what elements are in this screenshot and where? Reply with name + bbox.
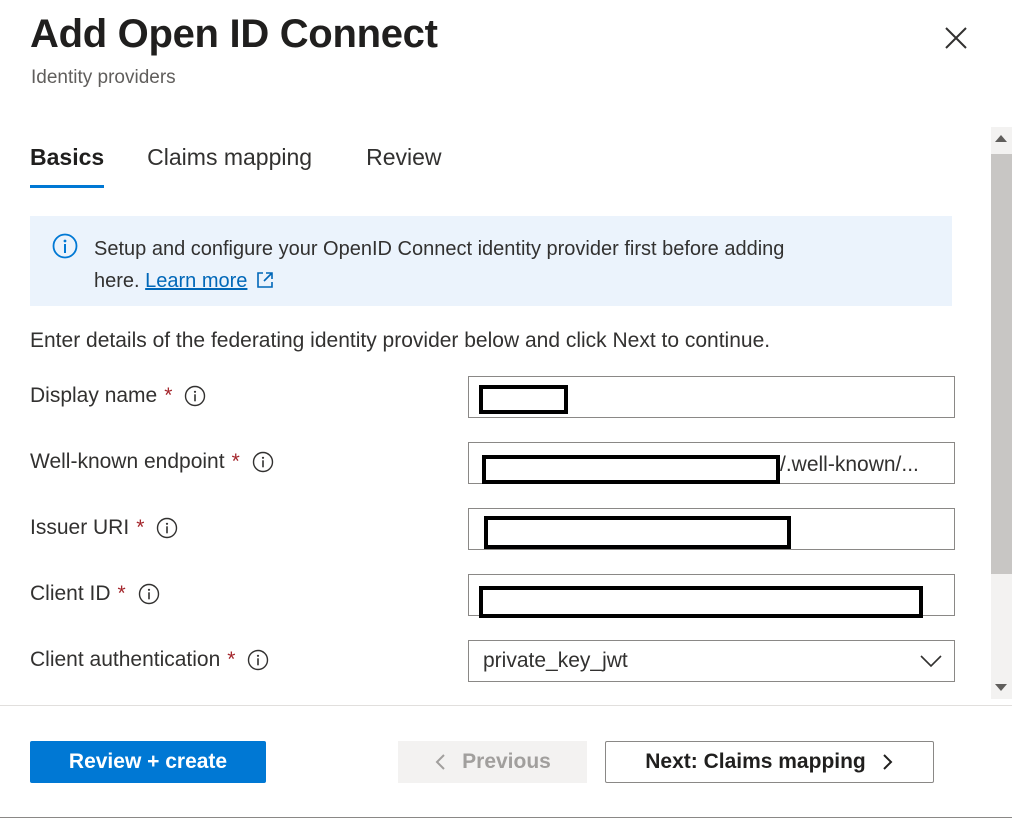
well-known-endpoint-suffix: /.well-known/... [780,453,919,476]
chevron-right-icon [883,754,893,770]
info-circle-icon [52,233,78,259]
page-subtitle: Identity providers [31,67,176,88]
issuer-uri-label-text: Issuer URI [30,516,130,539]
info-message-text: Setup and configure your OpenID Connect … [94,233,854,297]
tab-review[interactable]: Review [366,140,441,188]
display-name-row: Display name * [30,376,955,418]
chevron-down-icon [920,655,942,668]
required-marker: * [227,648,236,671]
chevron-left-icon [435,754,445,770]
close-icon [945,27,967,49]
well-known-endpoint-row: Well-known endpoint * /.well-known/... [30,442,955,484]
client-id-input[interactable] [468,574,955,618]
client-authentication-select[interactable]: private_key_jwt [468,640,955,682]
info-icon[interactable] [138,583,160,605]
next-button-label: Next: Claims mapping [645,750,866,773]
required-marker: * [231,450,240,473]
redacted-value [484,516,791,549]
info-icon[interactable] [247,649,269,671]
scroll-up-arrow-icon[interactable] [995,135,1007,142]
display-name-input[interactable] [468,376,955,418]
tab-bar: Basics Claims mapping Review [30,140,442,188]
info-icon[interactable] [184,385,206,407]
tab-claims-mapping[interactable]: Claims mapping [147,140,312,188]
client-authentication-row: Client authentication * private_key_jwt [30,640,955,682]
client-id-row: Client ID * [30,574,955,618]
bottom-divider [0,817,1012,818]
well-known-endpoint-label: Well-known endpoint * [30,450,274,474]
well-known-endpoint-input[interactable]: /.well-known/... [468,442,955,484]
info-icon[interactable] [156,517,178,539]
review-create-button[interactable]: Review + create [30,741,266,783]
previous-button-label: Previous [462,750,551,773]
info-message-bar: Setup and configure your OpenID Connect … [30,216,952,306]
vertical-scrollbar[interactable] [991,127,1012,699]
redacted-value [482,455,780,484]
issuer-uri-input[interactable] [468,508,955,550]
scroll-down-arrow-icon[interactable] [995,684,1007,691]
required-marker: * [117,582,126,605]
display-name-label-text: Display name [30,384,158,407]
client-authentication-label: Client authentication * [30,648,269,672]
client-authentication-value: private_key_jwt [483,649,628,672]
client-id-label-text: Client ID [30,582,111,605]
next-button[interactable]: Next: Claims mapping [605,741,934,783]
close-button[interactable] [936,18,976,58]
external-link-icon[interactable] [255,270,275,290]
previous-button[interactable]: Previous [398,741,587,783]
tab-basics[interactable]: Basics [30,140,105,188]
learn-more-link[interactable]: Learn more [145,270,247,292]
redacted-value [479,586,923,618]
info-text-line2: here. [94,270,140,292]
scrollbar-thumb[interactable] [991,154,1012,574]
display-name-label: Display name * [30,384,206,408]
info-text-line1: Setup and configure your OpenID Connect … [94,238,785,260]
info-icon[interactable] [252,451,274,473]
issuer-uri-row: Issuer URI * [30,508,955,550]
well-known-endpoint-label-text: Well-known endpoint [30,450,225,473]
form-intro-text: Enter details of the federating identity… [30,329,771,352]
footer-divider [0,705,1012,706]
required-marker: * [164,384,173,407]
required-marker: * [136,516,145,539]
client-authentication-label-text: Client authentication [30,648,221,671]
redacted-value [479,385,568,414]
issuer-uri-label: Issuer URI * [30,516,178,540]
page-title: Add Open ID Connect [30,12,438,56]
client-id-label: Client ID * [30,582,160,606]
